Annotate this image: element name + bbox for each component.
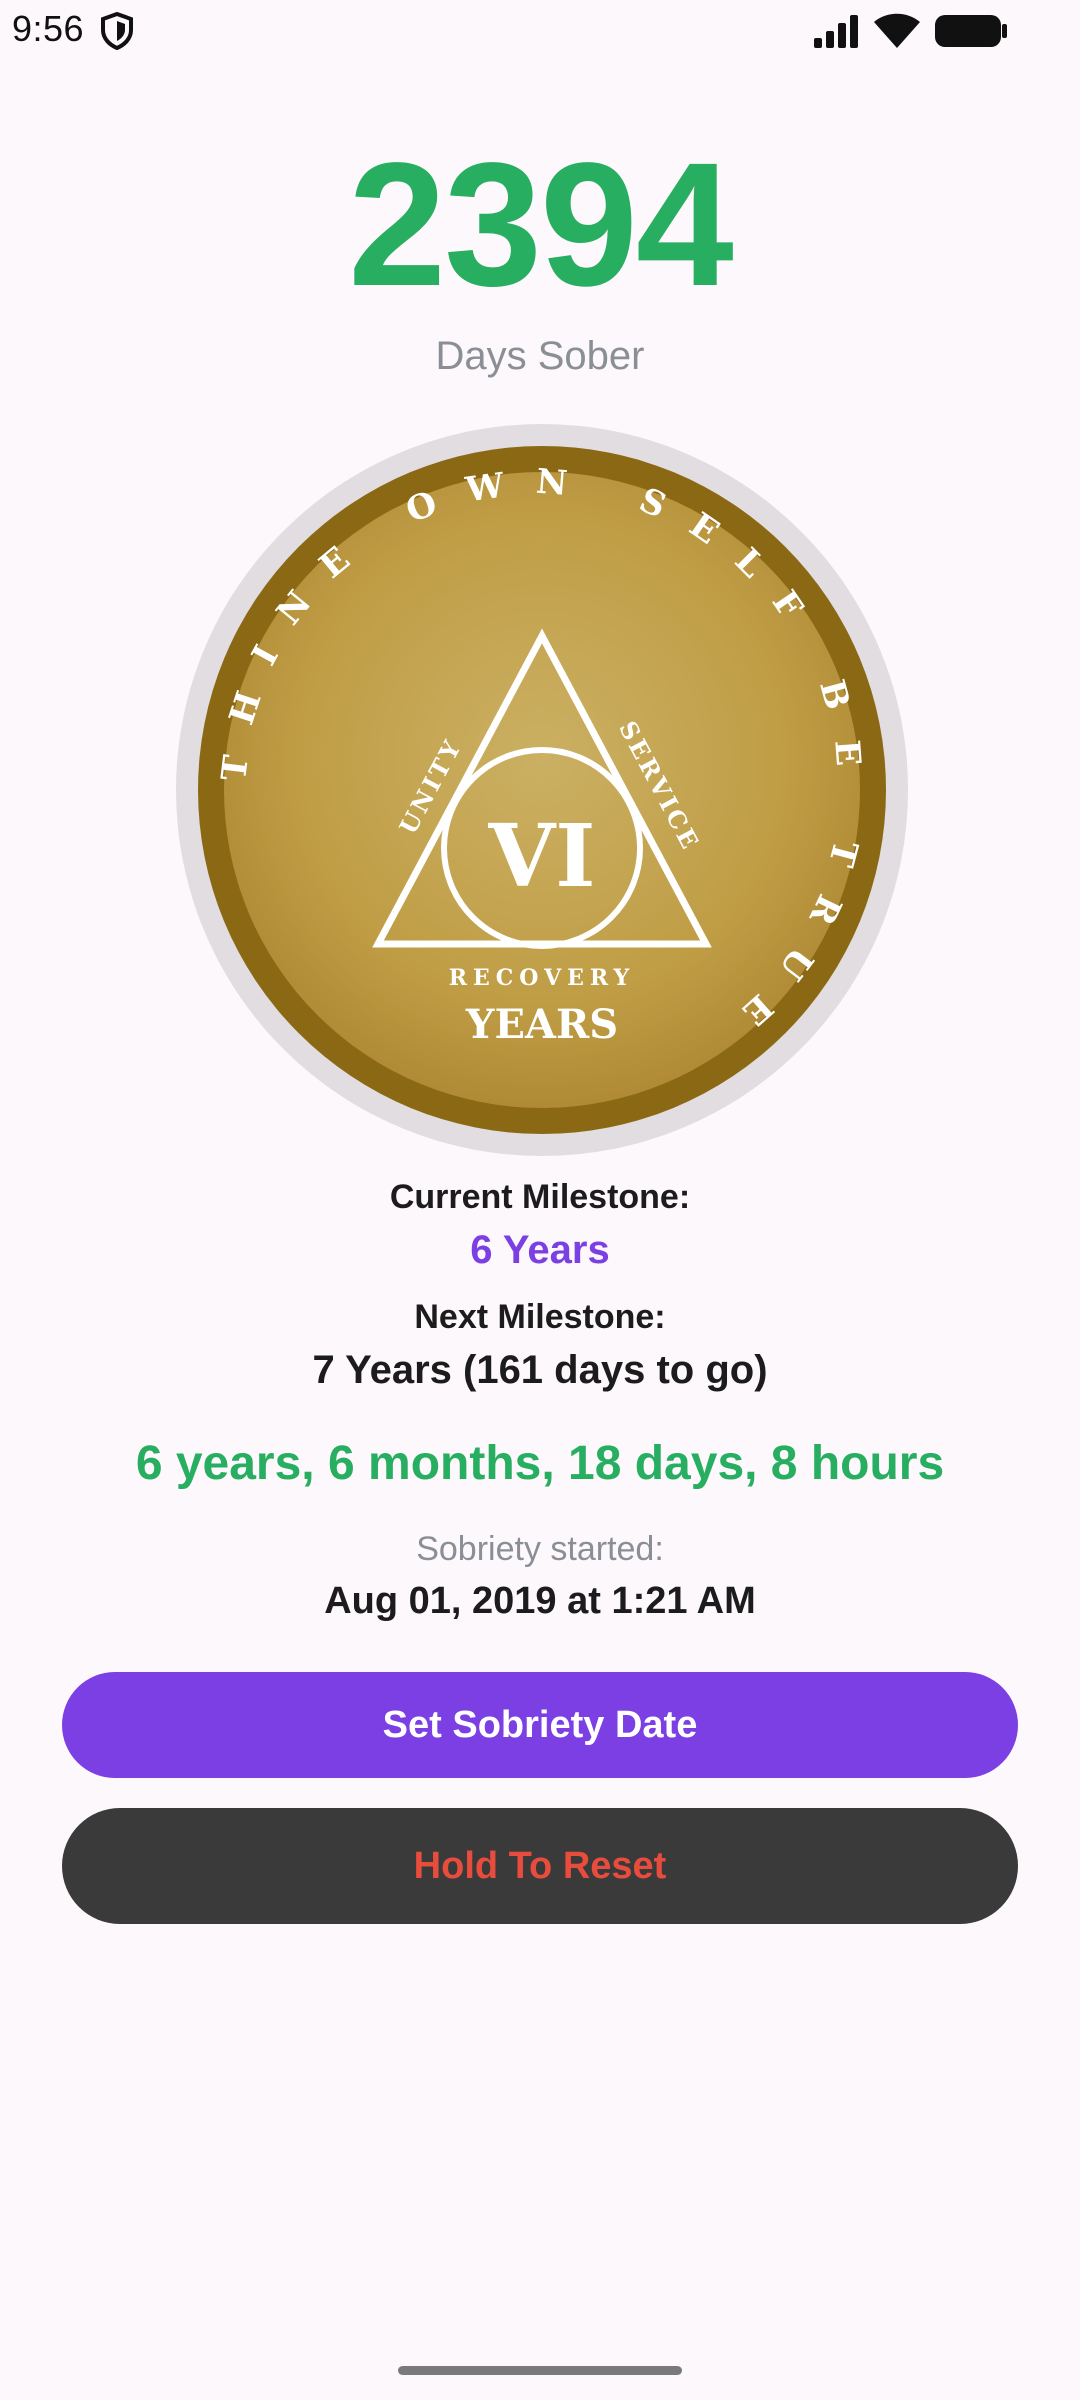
sobriety-started-value: Aug 01, 2019 at 1:21 AM (324, 1580, 756, 1622)
wifi-icon (874, 13, 920, 48)
next-milestone-value: 7 Years (161 days to go) (312, 1348, 768, 1392)
signal-icon (814, 15, 858, 48)
coin-years: YEARS (465, 1001, 618, 1048)
current-milestone-label: Current Milestone: (389, 1178, 691, 1216)
coin-recovery: RECOVERY (449, 965, 636, 991)
hold-to-reset-button[interactable]: Hold To Reset (62, 1808, 1018, 1924)
sobriety-started-label: Sobriety started: (416, 1530, 664, 1568)
days-sober-count: 2394 (348, 127, 734, 323)
shield-icon (101, 12, 133, 50)
status-bar: 9:56 (0, 0, 1080, 62)
set-sobriety-date-button[interactable]: Set Sobriety Date (62, 1672, 1018, 1778)
days-sober-label: Days Sober (435, 334, 645, 378)
sobriety-coin: TO THINE OWN SELF BE TRUE VI UNITY SERVI… (176, 424, 908, 1156)
current-milestone-value: 6 Years (470, 1228, 610, 1272)
next-milestone-label: Next Milestone: (414, 1298, 666, 1336)
status-time: 9:56 (12, 8, 85, 49)
battery-icon (935, 15, 1007, 47)
home-indicator[interactable] (398, 2366, 682, 2375)
coin-image: TO THINE OWN SELF BE TRUE VI UNITY SERVI… (176, 424, 908, 1156)
coin-numeral: VI (488, 806, 596, 907)
sobriety-counter-screen: 9:56 2394 Days Sober THINE OWN SELF BE T… (0, 0, 1080, 2400)
sobriety-duration: 6 years, 6 months, 18 days, 8 hours (135, 1437, 945, 1490)
